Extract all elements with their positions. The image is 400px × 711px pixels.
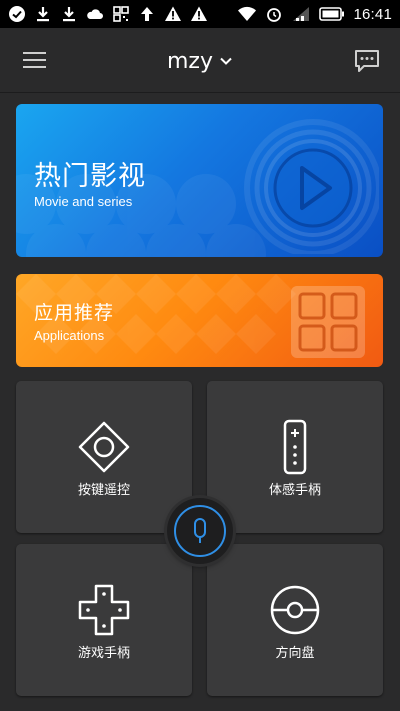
tile-steering-wheel[interactable]: 方向盘 <box>207 544 383 696</box>
battery-icon <box>319 7 345 21</box>
apps-banner-subtitle: Applications <box>34 328 105 343</box>
play-icon <box>244 119 379 254</box>
chevron-down-icon <box>220 57 232 65</box>
cloud-icon <box>87 9 103 19</box>
apps-banner-title: 应用推荐 <box>34 302 115 324</box>
check-circle-icon <box>9 6 25 22</box>
steering-wheel-icon <box>270 585 320 635</box>
upload-arrow-icon <box>141 7 153 21</box>
apps-banner[interactable]: 应用推荐 Applications <box>16 274 383 367</box>
tile-steering-wheel-label: 方向盘 <box>275 646 315 661</box>
app-header: mzy <box>0 28 400 93</box>
app-grid-icon <box>291 286 365 358</box>
signal-icon <box>293 7 310 21</box>
alarm-icon <box>267 8 282 22</box>
download-icon <box>37 7 49 22</box>
status-bar-system: 16:41 <box>237 4 392 24</box>
tile-motion-remote-label: 体感手柄 <box>268 483 321 498</box>
movie-banner[interactable]: 热门影视 Movie and series <box>16 104 383 257</box>
microphone-icon <box>174 505 226 557</box>
warning-icon <box>165 6 181 21</box>
device-selector[interactable]: mzy <box>0 46 400 76</box>
wifi-icon <box>238 6 257 22</box>
app-screen: 16:41 mzy 热门影视 Movie and series 应用推荐 App… <box>0 0 400 711</box>
status-bar: 16:41 <box>0 0 400 28</box>
message-bubble-icon[interactable] <box>352 48 382 74</box>
movie-banner-title: 热门影视 <box>34 161 146 192</box>
gamepad-icon <box>78 584 130 636</box>
motion-remote-icon <box>283 419 307 475</box>
qr-code-icon <box>113 6 129 22</box>
tile-motion-remote[interactable]: 体感手柄 <box>207 381 383 533</box>
dpad-remote-icon <box>78 421 130 473</box>
device-name: mzy <box>167 48 213 74</box>
warning-icon <box>191 6 207 21</box>
movie-banner-subtitle: Movie and series <box>34 194 133 209</box>
tile-key-remote-label: 按键遥控 <box>77 483 130 498</box>
status-time: 16:41 <box>353 5 392 23</box>
tile-key-remote[interactable]: 按键遥控 <box>16 381 192 533</box>
tile-gamepad-label: 游戏手柄 <box>77 646 130 661</box>
download-icon <box>63 7 75 22</box>
status-bar-notifications <box>8 4 208 24</box>
voice-input-button[interactable] <box>167 498 233 564</box>
tile-gamepad[interactable]: 游戏手柄 <box>16 544 192 696</box>
